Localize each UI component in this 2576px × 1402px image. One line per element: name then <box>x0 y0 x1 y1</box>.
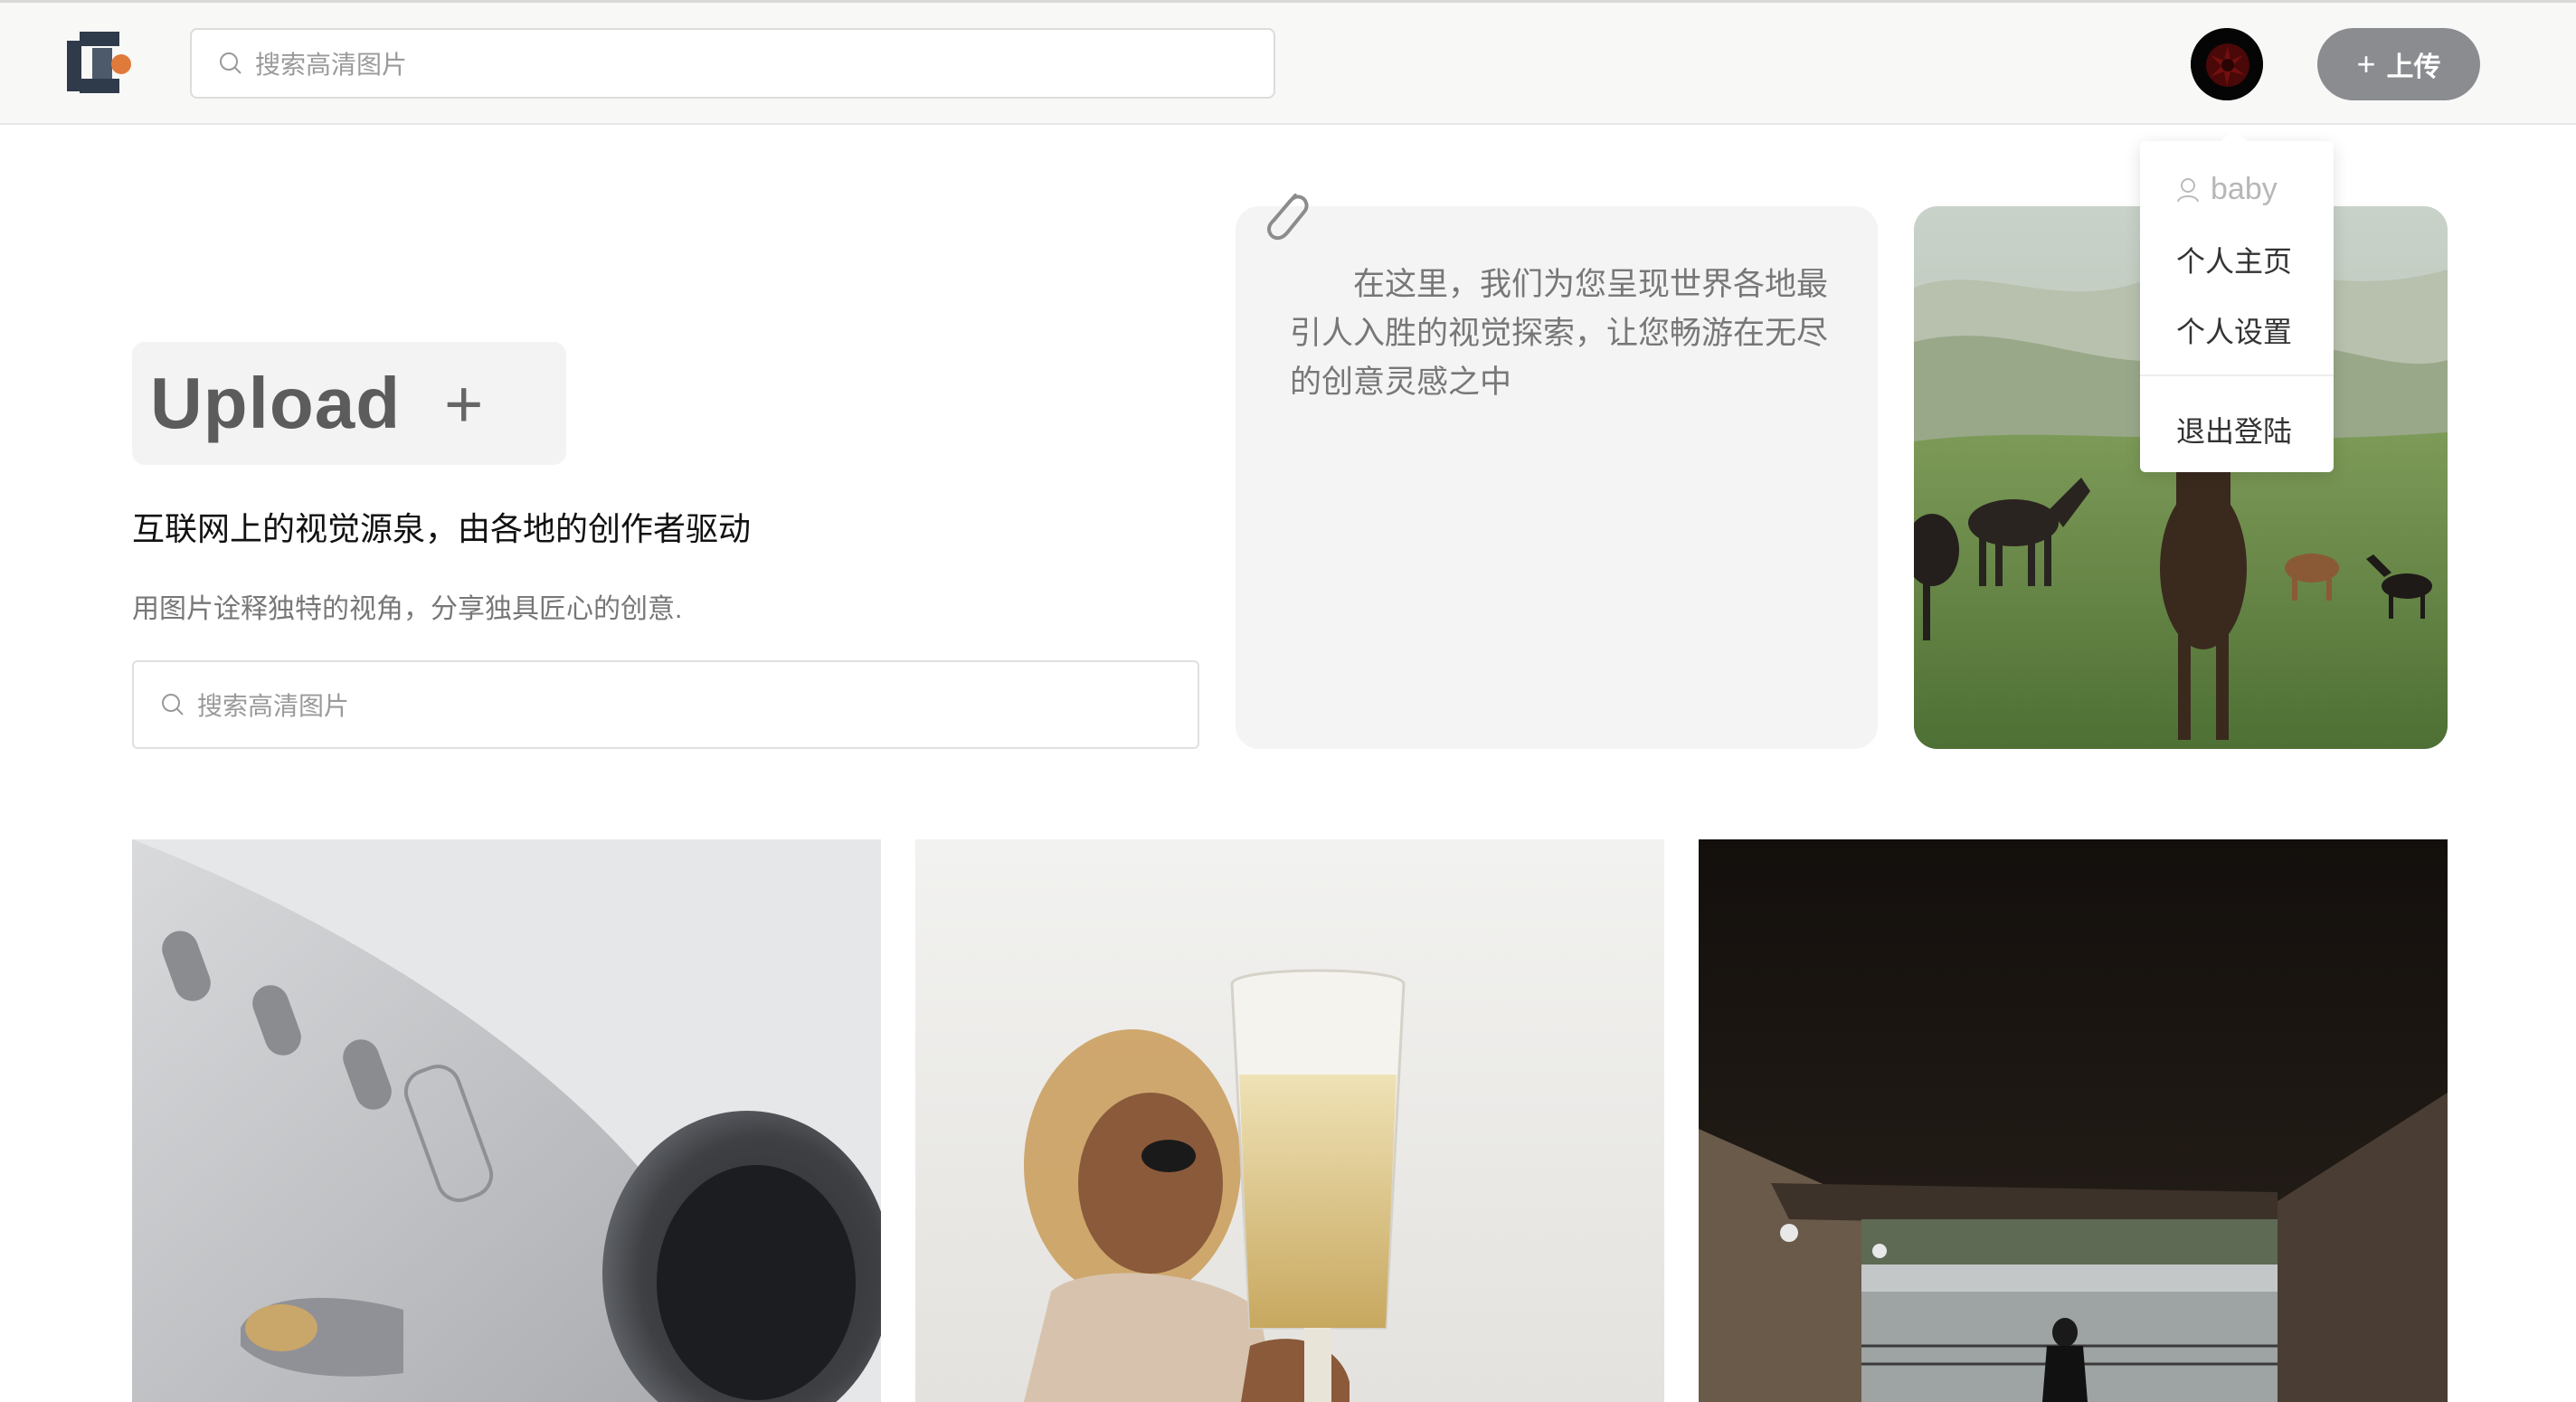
menu-item-settings[interactable]: 个人设置 <box>2176 309 2292 351</box>
search-placeholder: 搜索高清图片 <box>255 51 408 79</box>
user-dropdown-menu: baby 个人主页 个人设置 退出登陆 <box>2140 128 2334 472</box>
paperclip-icon <box>1259 186 1312 244</box>
search-icon <box>219 52 242 75</box>
gallery-photo-champagne[interactable] <box>915 839 1664 1402</box>
upload-button-label: 上传 <box>2386 52 2441 82</box>
hero-subheading: 用图片诠释独特的视角，分享独具匠心的创意. <box>132 594 683 624</box>
page: 搜索高清图片 + 上传 Upload + 互联网上的视觉源泉，由各地的创作者驱动… <box>0 0 2576 1402</box>
username-label: baby <box>2211 172 2278 206</box>
dropdown-arrow <box>2221 128 2248 155</box>
hero-heading: 互联网上的视觉源泉，由各地的创作者驱动 <box>132 510 752 547</box>
top-search-input[interactable]: 搜索高清图片 <box>190 28 1275 99</box>
upload-cta[interactable]: Upload + <box>132 342 566 465</box>
hero-search-input[interactable]: 搜索高清图片 <box>132 660 1199 749</box>
search-placeholder: 搜索高清图片 <box>197 692 350 720</box>
upload-title: Upload <box>150 363 402 443</box>
logo[interactable] <box>67 32 132 95</box>
gallery-photo-tunnel[interactable] <box>1699 839 2448 1402</box>
menu-item-profile[interactable]: 个人主页 <box>2176 239 2292 280</box>
gallery-photo-airplane[interactable] <box>132 839 881 1402</box>
plus-icon: + <box>444 365 484 441</box>
avatar[interactable] <box>2191 28 2263 100</box>
user-icon <box>2177 177 2199 202</box>
upload-button[interactable]: + 上传 <box>2317 28 2480 100</box>
quote-text: 在这里，我们为您呈现世界各地最引人入胜的视觉探索，让您畅游在无尽的创意灵感之中 <box>1290 267 1829 400</box>
search-icon <box>161 693 185 716</box>
menu-item-logout[interactable]: 退出登陆 <box>2176 409 2292 450</box>
dropdown-username: baby <box>2176 172 2278 207</box>
top-navbar: 搜索高清图片 + 上传 <box>0 0 2576 125</box>
plus-icon: + <box>2356 45 2376 82</box>
menu-divider <box>2140 374 2334 376</box>
quote-card: 在这里，我们为您呈现世界各地最引人入胜的视觉探索，让您畅游在无尽的创意灵感之中 <box>1236 206 1878 749</box>
